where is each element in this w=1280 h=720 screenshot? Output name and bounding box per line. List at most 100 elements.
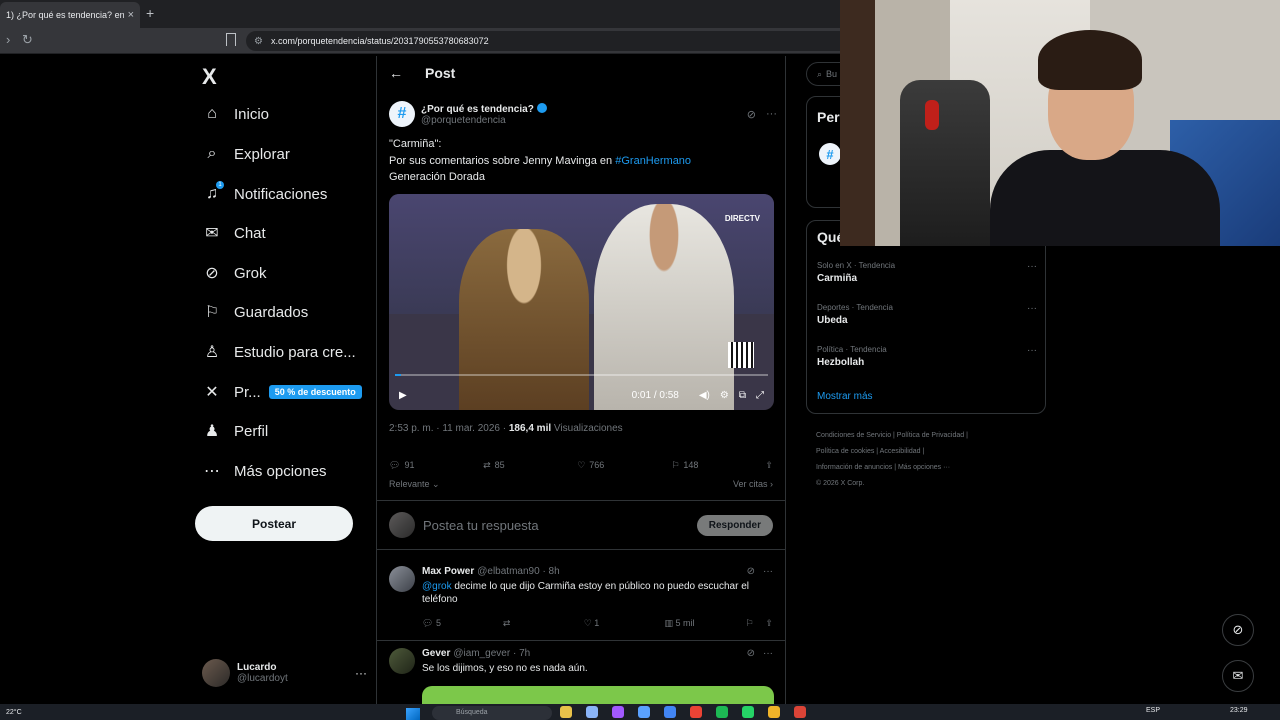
weather-temperature[interactable]: 22°C <box>6 709 22 716</box>
clock[interactable]: 23:29 <box>1230 707 1248 714</box>
account-handle: @lucardoyt <box>237 673 288 684</box>
reply-author-handle[interactable]: @elbatman90 · 8h <box>477 566 559 577</box>
footer-links[interactable]: Condiciones de Servicio | Política de Pr… <box>816 428 1036 444</box>
repost-icon: ⇄ <box>483 459 491 470</box>
nav-item-notificaciones[interactable]: ♫ 1 Notificaciones <box>202 179 327 209</box>
like-action[interactable]: ♡ 1 <box>584 618 665 629</box>
whatsapp-icon[interactable] <box>742 706 754 718</box>
avatar[interactable] <box>389 648 415 674</box>
app-icon[interactable] <box>638 706 650 718</box>
webcam-red-object <box>925 100 939 130</box>
view-quotes-link[interactable]: Ver citas › <box>733 479 773 493</box>
like-action[interactable]: ♡ 766 <box>577 460 671 471</box>
pip-icon[interactable]: ⧉ <box>739 390 746 401</box>
grok-icon[interactable]: ⊘ <box>1222 614 1254 646</box>
app-icon[interactable] <box>560 706 572 718</box>
spotify-icon[interactable] <box>716 706 728 718</box>
author-avatar[interactable]: # <box>389 101 415 127</box>
reload-icon[interactable]: ↻ <box>22 32 33 48</box>
more-icon[interactable]: ··· <box>1027 303 1037 314</box>
trend-item[interactable]: Deportes · Tendencia Ubeda ··· <box>817 303 1037 326</box>
share-icon[interactable]: ⇪ <box>765 460 773 471</box>
reply-input[interactable]: Postea tu respuesta <box>423 518 539 533</box>
reply-author-handle[interactable]: @iam_gever · 7h <box>453 648 530 659</box>
mention-link[interactable]: @grok <box>422 581 452 592</box>
reply-action[interactable]: 💬︎ 5 <box>422 618 503 629</box>
trend-item[interactable]: Política · Tendencia Hezbollah ··· <box>817 345 1037 368</box>
tweet-timestamp[interactable]: 2:53 p. m. · 11 mar. 2026 · <box>389 423 509 434</box>
taskbar-search[interactable]: Búsqueda <box>432 706 552 720</box>
list-item[interactable]: Max Power @elbatman90 · 8h ⊘ ··· @grok de… <box>377 566 785 629</box>
reply-button[interactable]: Responder <box>696 514 773 536</box>
more-icon[interactable]: ··· <box>763 566 773 577</box>
nav-item-grok[interactable]: ⊘ Grok <box>202 258 266 288</box>
views-action[interactable]: ▥ 5 mil <box>665 618 746 629</box>
grok-icon[interactable]: ⊘ <box>747 108 756 121</box>
tab-close-icon[interactable]: × <box>128 9 134 21</box>
reply-action[interactable]: 💬︎ 91 <box>389 460 483 471</box>
repost-icon[interactable]: ⇄ <box>503 618 584 629</box>
trend-name: Ubeda <box>817 315 848 326</box>
more-icon[interactable]: ··· <box>766 108 777 121</box>
avatar[interactable] <box>389 566 415 592</box>
x-premium-icon: ✕ <box>205 384 219 401</box>
nav-item-guardados[interactable]: ⚐ Guardados <box>202 297 308 327</box>
new-tab-button[interactable]: + <box>146 5 154 21</box>
account-switcher[interactable]: Lucardo @lucardoyt ··· <box>202 656 367 690</box>
bookmark-action[interactable]: ⚐ 148 <box>671 460 765 471</box>
app-icon[interactable] <box>664 706 676 718</box>
reply-author-name[interactable]: Max Power <box>422 566 474 577</box>
nav-item-estudio[interactable]: ♙ Estudio para cre... <box>202 337 356 367</box>
video-player[interactable]: DIRECTV ▶ 0:01 / 0:58 ◀) ⚙ ⧉ ⤢ <box>389 194 774 410</box>
bookmark-page-icon[interactable] <box>226 33 236 46</box>
play-icon[interactable]: ▶ <box>399 390 407 401</box>
author-name[interactable]: ¿Por qué es tendencia? <box>421 102 547 115</box>
post-button[interactable]: Postear <box>195 506 353 541</box>
sort-dropdown[interactable]: Relevante ⌄ <box>389 479 440 493</box>
show-more-link[interactable]: Mostrar más <box>817 391 873 402</box>
nav-item-perfil[interactable]: ♟ Perfil <box>202 416 268 446</box>
back-arrow-icon[interactable]: ← <box>389 65 403 81</box>
more-icon[interactable]: ··· <box>355 666 367 680</box>
more-icon[interactable]: ··· <box>1027 345 1037 356</box>
more-icon[interactable]: ··· <box>1027 261 1037 272</box>
share-icon[interactable]: ⇪ <box>765 618 773 629</box>
windows-start-icon[interactable] <box>406 708 420 720</box>
settings-icon[interactable]: ⚙ <box>720 390 729 401</box>
repost-action[interactable]: ⇄ 85 <box>483 460 577 471</box>
quotes-label: Ver citas <box>732 479 768 489</box>
bookmark-icon[interactable]: ⚐ <box>745 618 753 629</box>
footer-links[interactable]: Información de anuncios | Más opciones ·… <box>816 460 1036 476</box>
nav-item-inicio[interactable]: ⌂ Inicio <box>202 99 269 129</box>
fullscreen-icon[interactable]: ⤢ <box>756 390 764 401</box>
folder-icon[interactable] <box>768 706 780 718</box>
list-item[interactable]: Gever @iam_gever · 7h ⊘ ··· Se los dijimo… <box>377 648 785 675</box>
trend-item[interactable]: Solo en X · Tendencia Carmiña ··· <box>817 261 1037 284</box>
reply-author-name[interactable]: Gever <box>422 648 450 659</box>
nav-item-mas-opciones[interactable]: ⋯ Más opciones <box>202 456 327 486</box>
nav-item-premium[interactable]: ✕ Pr... 50 % de descuento <box>202 377 362 407</box>
app-icon[interactable] <box>690 706 702 718</box>
nav-item-explorar[interactable]: ⌕ Explorar <box>202 139 290 169</box>
chrome-icon[interactable] <box>794 706 806 718</box>
video-progress-bar[interactable] <box>395 374 768 376</box>
app-icon[interactable] <box>586 706 598 718</box>
forward-icon[interactable]: › <box>6 32 10 47</box>
grok-icon[interactable]: ⊘ <box>747 566 755 577</box>
browser-tab[interactable]: 1) ¿Por qué es tendencia? en X × <box>0 2 140 28</box>
more-icon[interactable]: ··· <box>763 648 773 659</box>
hashtag-link[interactable]: #GranHermano <box>615 155 691 167</box>
verified-badge-icon <box>536 102 547 113</box>
app-icon[interactable] <box>612 706 624 718</box>
footer-links[interactable]: Política de cookies | Accesibilidad | <box>816 444 1036 460</box>
url-input[interactable]: ⚙ x.com/porquetendencia/status/203179055… <box>246 31 866 51</box>
x-logo-icon[interactable]: X <box>202 64 217 90</box>
grok-icon[interactable]: ⊘ <box>747 648 755 659</box>
site-settings-icon[interactable]: ⚙ <box>254 36 263 47</box>
nav-item-chat[interactable]: ✉ Chat <box>202 218 265 248</box>
reply-media-image[interactable] <box>422 686 774 704</box>
volume-icon[interactable]: ◀) <box>699 390 710 401</box>
author-handle[interactable]: @porquetendencia <box>421 115 547 126</box>
language-indicator[interactable]: ESP <box>1146 707 1160 714</box>
mail-icon[interactable]: ✉ <box>1222 660 1254 692</box>
